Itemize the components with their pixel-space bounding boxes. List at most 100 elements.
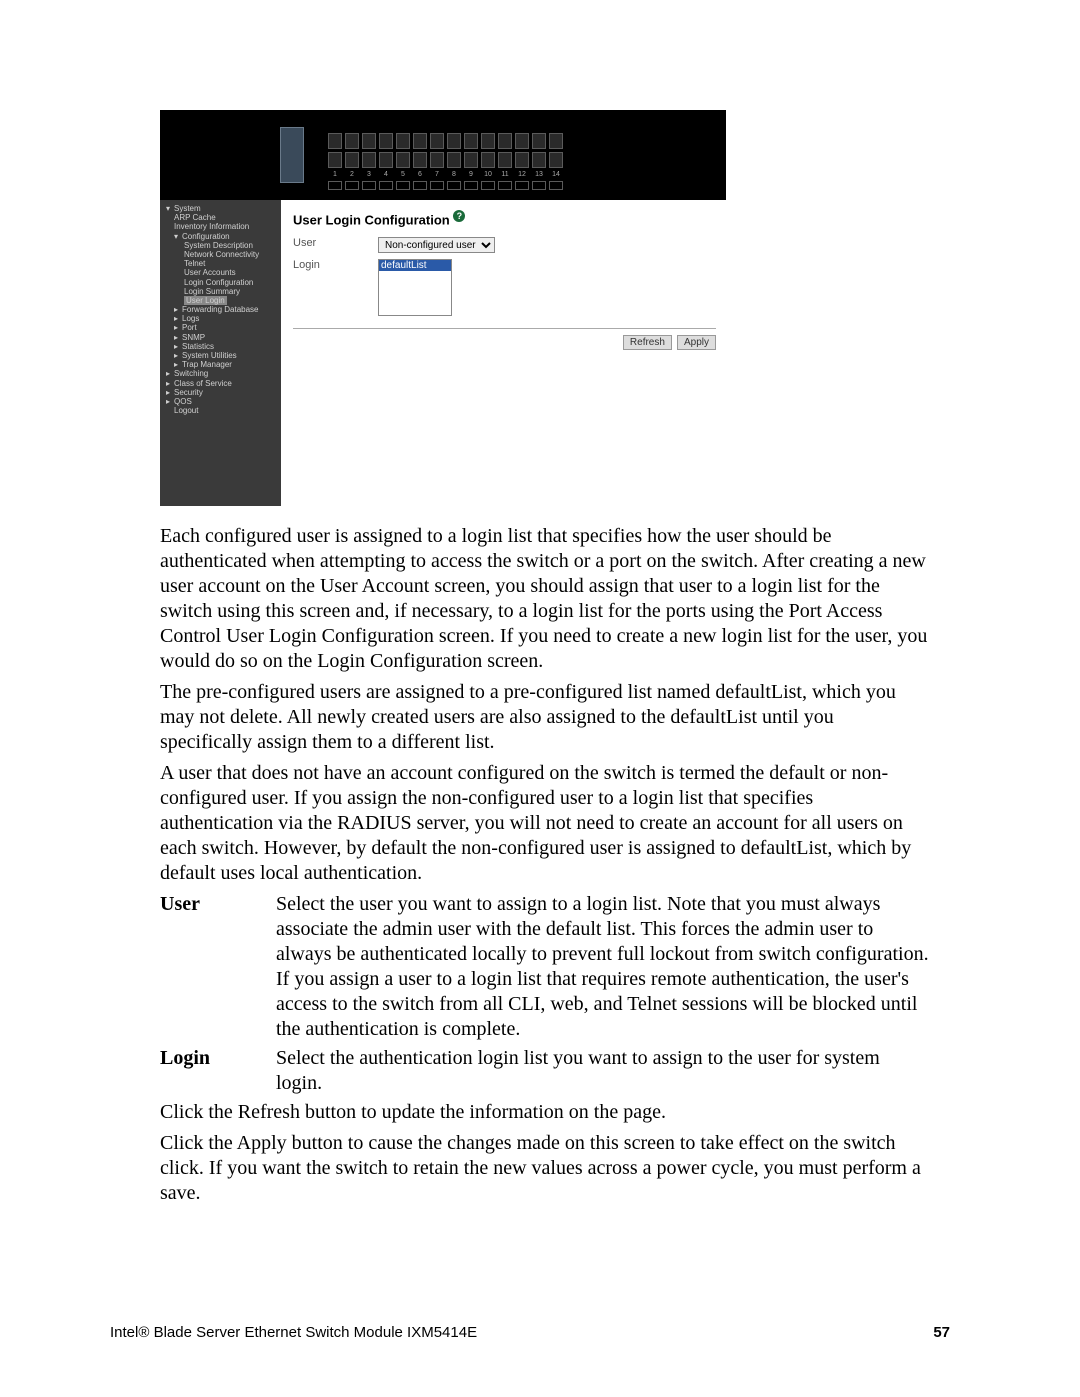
- nav-item-inventory-information[interactable]: Inventory Information: [166, 222, 279, 231]
- nav-label: Security: [174, 388, 203, 397]
- port-number: 11: [498, 171, 512, 178]
- port-slot: [396, 133, 410, 149]
- nav-item-telnet[interactable]: Telnet: [166, 259, 279, 268]
- nav-label: User Login: [184, 296, 227, 305]
- paragraph: Click the Apply button to cause the chan…: [160, 1131, 930, 1206]
- port-slot: [362, 133, 376, 149]
- nav-item-statistics[interactable]: ▸Statistics: [166, 342, 279, 351]
- document-body: Each configured user is assigned to a lo…: [160, 524, 930, 1206]
- user-select[interactable]: Non-configured user: [378, 237, 495, 253]
- nav-item-security[interactable]: ▸Security: [166, 388, 279, 397]
- nav-item-qos[interactable]: ▸QOS: [166, 397, 279, 406]
- port-number: 3: [362, 171, 376, 178]
- nav-item-configuration[interactable]: ▾Configuration: [166, 232, 279, 241]
- content-panel: User Login Configuration ? User Non-conf…: [281, 200, 726, 506]
- nav-item-port[interactable]: ▸Port: [166, 323, 279, 332]
- nav-item-logs[interactable]: ▸Logs: [166, 314, 279, 323]
- port-number: 8: [447, 171, 461, 178]
- port-number: 6: [413, 171, 427, 178]
- port-indicator: [362, 181, 376, 190]
- definition-term: Login: [160, 1046, 276, 1096]
- nav-item-arp-cache[interactable]: ARP Cache: [166, 213, 279, 222]
- nav-label: Login Summary: [184, 287, 240, 296]
- nav-item-system-description[interactable]: System Description: [166, 241, 279, 250]
- port-slot: [498, 152, 512, 168]
- port-indicator: [328, 181, 342, 190]
- port-indicator: [430, 181, 444, 190]
- nav-item-switching[interactable]: ▸Switching: [166, 369, 279, 378]
- port-number: 14: [549, 171, 563, 178]
- user-row: User Non-configured user: [293, 237, 716, 253]
- nav-item-logout[interactable]: Logout: [166, 406, 279, 415]
- tree-arrow-icon: ▸: [166, 369, 174, 378]
- nav-label: Port: [182, 323, 197, 332]
- port-slot: [532, 133, 546, 149]
- nav-label: Class of Service: [174, 379, 232, 388]
- port-number-row: 1 2 3 4 5 6 7 8 9 10 11 12 13 14: [328, 171, 563, 178]
- definition-row: Login Select the authentication login li…: [160, 1046, 930, 1096]
- chassis-header: 1 2 3 4 5 6 7 8 9 10 11 12 13 14: [160, 110, 726, 200]
- nav-label: Configuration: [182, 232, 230, 241]
- nav-label: Statistics: [182, 342, 214, 351]
- login-label: Login: [293, 259, 378, 271]
- tree-arrow-icon: ▸: [174, 351, 182, 360]
- nav-item-login-summary[interactable]: Login Summary: [166, 287, 279, 296]
- nav-label: SNMP: [182, 333, 205, 342]
- port-number: 7: [430, 171, 444, 178]
- login-listbox[interactable]: defaultList: [378, 259, 452, 316]
- nav-item-system-utilities[interactable]: ▸System Utilities: [166, 351, 279, 360]
- port-number: 4: [379, 171, 393, 178]
- port-number: 12: [515, 171, 529, 178]
- port-slot: [345, 152, 359, 168]
- tree-arrow-icon: ▸: [174, 342, 182, 351]
- port-slot: [396, 152, 410, 168]
- divider: [293, 328, 716, 329]
- refresh-button[interactable]: Refresh: [623, 335, 672, 350]
- apply-button[interactable]: Apply: [677, 335, 716, 350]
- definition-description: Select the authentication login list you…: [276, 1046, 930, 1096]
- footer-title: Intel® Blade Server Ethernet Switch Modu…: [110, 1324, 477, 1341]
- port-indicator: [379, 181, 393, 190]
- nav-item-login-configuration[interactable]: Login Configuration: [166, 278, 279, 287]
- help-icon[interactable]: ?: [453, 210, 465, 222]
- port-indicator: [481, 181, 495, 190]
- nav-label: User Accounts: [184, 268, 236, 277]
- port-indicator: [447, 181, 461, 190]
- nav-label: QOS: [174, 397, 192, 406]
- definition-list: User Select the user you want to assign …: [160, 892, 930, 1096]
- port-slot: [345, 133, 359, 149]
- nav-label: Inventory Information: [174, 222, 249, 231]
- port-slot: [532, 152, 546, 168]
- port-slot: [328, 133, 342, 149]
- nav-item-trap-manager[interactable]: ▸Trap Manager: [166, 360, 279, 369]
- login-list-item[interactable]: defaultList: [379, 260, 451, 271]
- definition-description: Select the user you want to assign to a …: [276, 892, 930, 1042]
- nav-label: System Utilities: [182, 351, 237, 360]
- page-number: 57: [933, 1324, 950, 1341]
- nav-item-user-accounts[interactable]: User Accounts: [166, 268, 279, 277]
- port-number: 10: [481, 171, 495, 178]
- port-indicator: [532, 181, 546, 190]
- port-slot: [515, 152, 529, 168]
- nav-label: Logout: [174, 406, 198, 415]
- document-page: 1 2 3 4 5 6 7 8 9 10 11 12 13 14: [0, 0, 1080, 1397]
- port-slot: [328, 152, 342, 168]
- nav-label: Login Configuration: [184, 278, 253, 287]
- nav-item-forwarding-database[interactable]: ▸Forwarding Database: [166, 305, 279, 314]
- nav-label: Switching: [174, 369, 208, 378]
- tree-arrow-icon: ▸: [174, 333, 182, 342]
- nav-label: ARP Cache: [174, 213, 216, 222]
- nav-item-user-login[interactable]: User Login: [166, 296, 279, 305]
- nav-item-snmp[interactable]: ▸SNMP: [166, 333, 279, 342]
- port-slot: [515, 133, 529, 149]
- nav-label: Trap Manager: [182, 360, 232, 369]
- port-slot: [549, 133, 563, 149]
- nav-label: Forwarding Database: [182, 305, 258, 314]
- nav-label: Network Connectivity: [184, 250, 259, 259]
- nav-item-network-connectivity[interactable]: Network Connectivity: [166, 250, 279, 259]
- nav-item-class-of-service[interactable]: ▸Class of Service: [166, 379, 279, 388]
- port-number: 2: [345, 171, 359, 178]
- port-slot: [379, 133, 393, 149]
- nav-item-system[interactable]: ▾System: [166, 204, 279, 213]
- port-slot: [413, 133, 427, 149]
